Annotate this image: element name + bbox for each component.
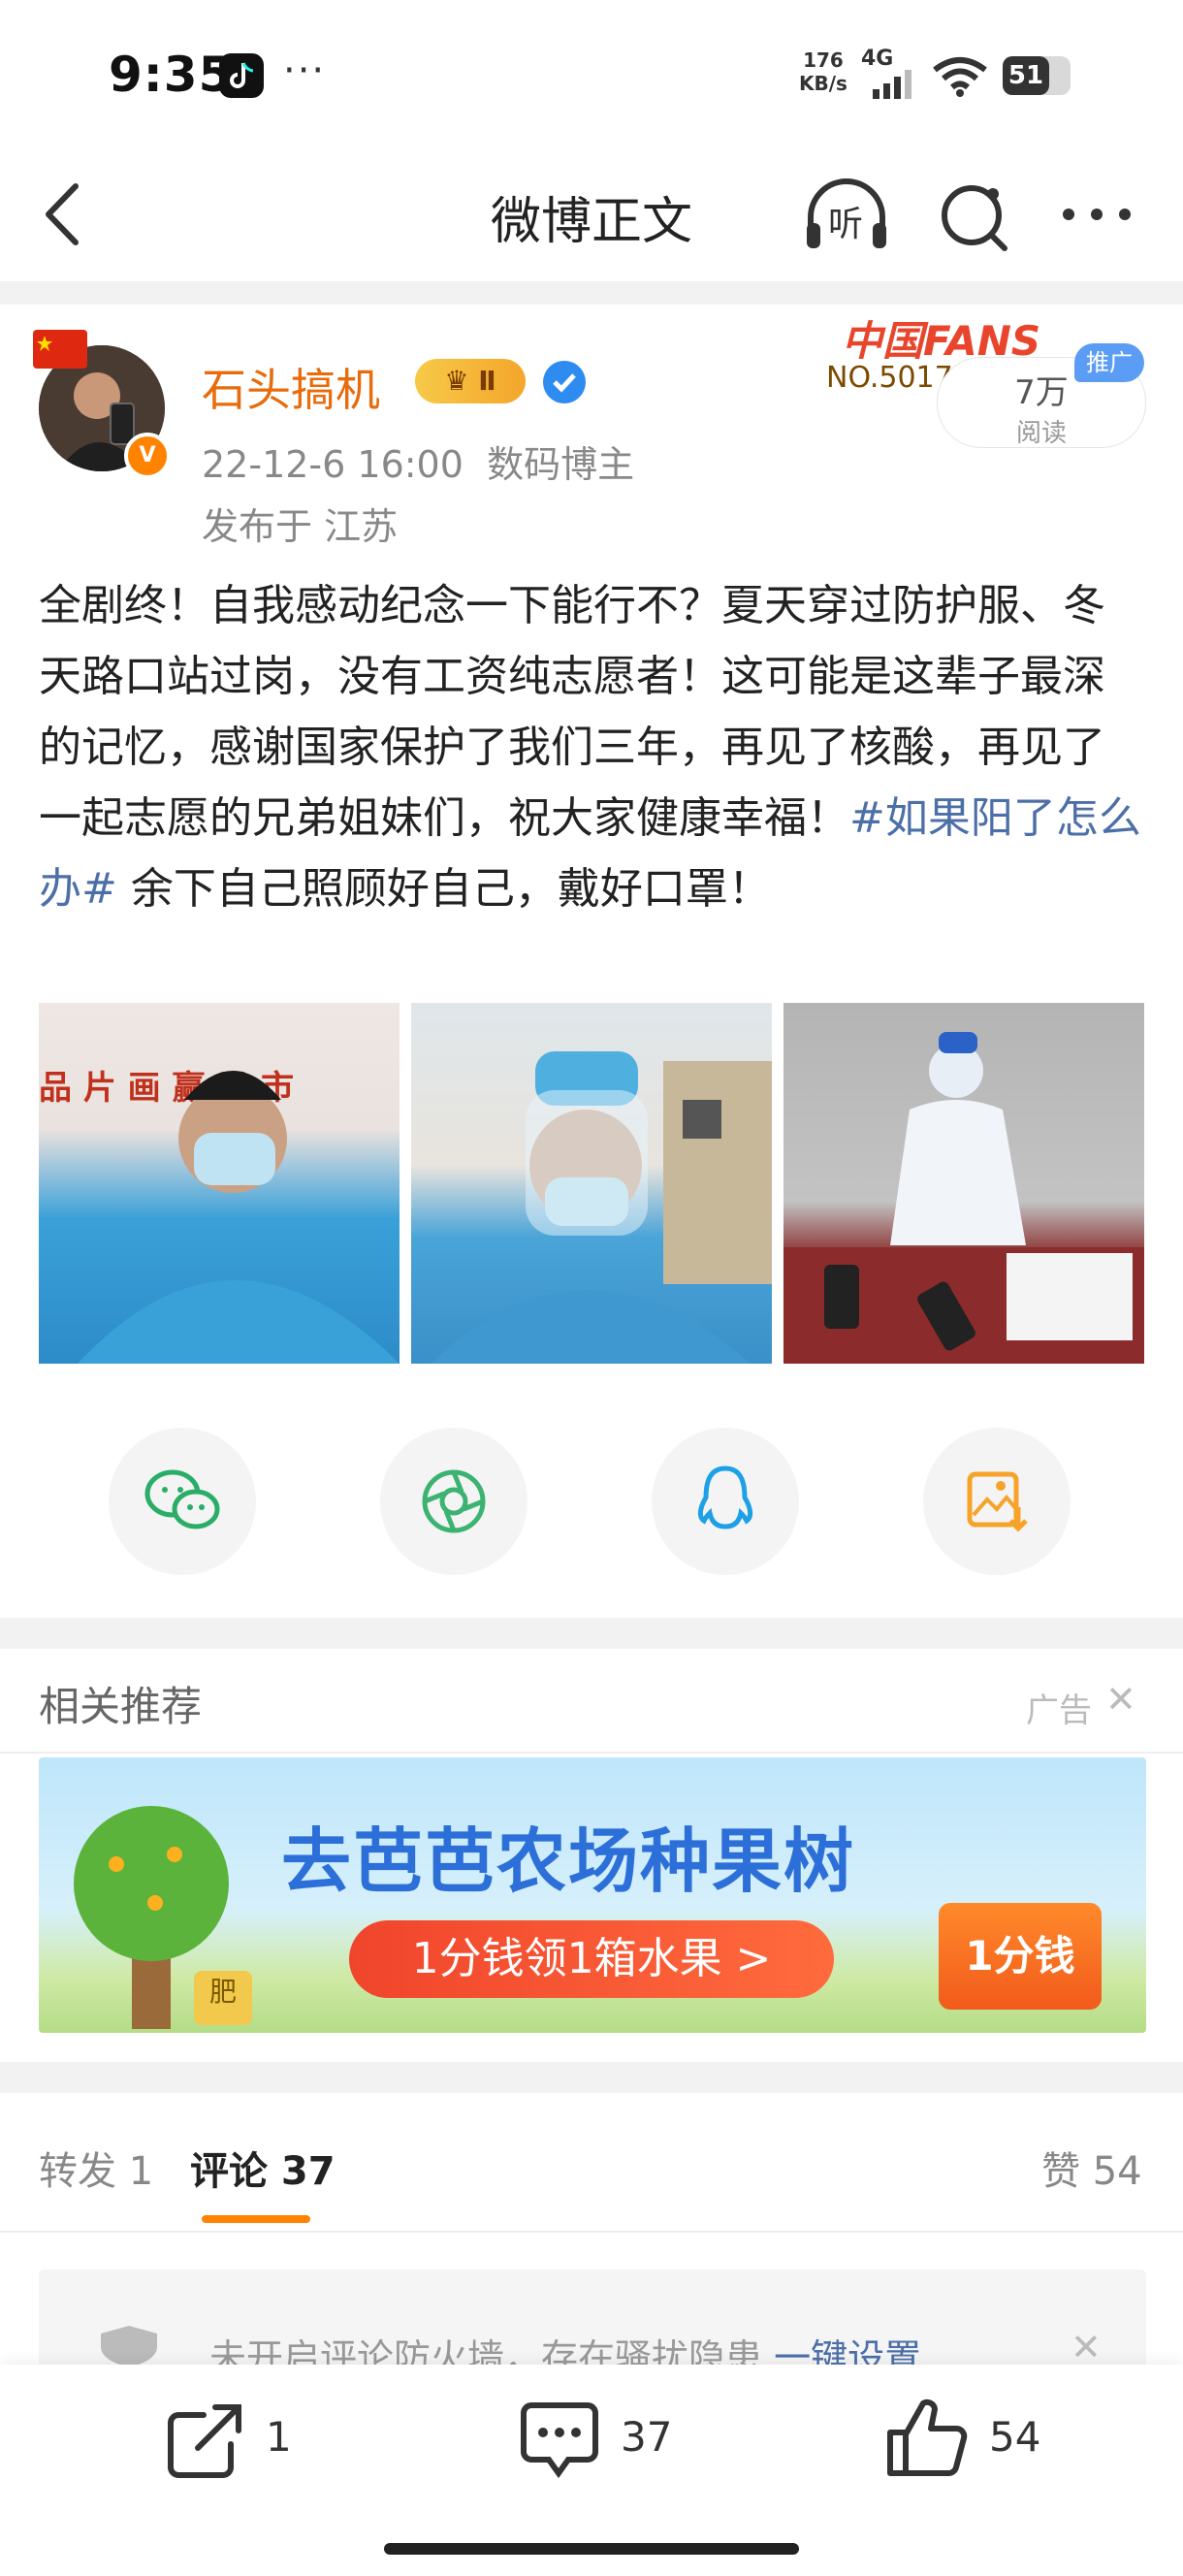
tab-repost[interactable]: 转发 1: [39, 2140, 153, 2196]
verified-v-icon: V: [124, 433, 171, 479]
fertilizer-bag-label: 肥: [209, 1976, 238, 2008]
fans-badge-number: NO.5017: [826, 361, 953, 395]
tab-like[interactable]: 赞 54: [1041, 2140, 1142, 2196]
like-count: 54: [989, 2413, 1041, 2461]
divider: [0, 2231, 1183, 2233]
shield-icon: [97, 2324, 161, 2370]
post-image-3[interactable]: [783, 1003, 1144, 1364]
moments-icon: [422, 1469, 486, 1533]
tab-comment[interactable]: 评论 37: [190, 2140, 336, 2196]
reads-label: 阅读: [1015, 419, 1067, 448]
close-notice-icon[interactable]: ✕: [1071, 2326, 1102, 2368]
crown-icon: ♛: [444, 365, 479, 397]
post-image-2[interactable]: [411, 1003, 772, 1364]
home-indicator[interactable]: [384, 2543, 799, 2555]
listen-label: 听: [828, 205, 864, 244]
ad-label: 广告: [1026, 1691, 1092, 1730]
author-tag: 数码博主: [487, 443, 635, 486]
save-image-icon: [967, 1471, 1028, 1532]
repost-icon: [168, 2404, 241, 2478]
tiktok-icon: [219, 53, 264, 98]
qq-icon: [697, 1465, 753, 1530]
save-image-button[interactable]: [923, 1428, 1071, 1575]
post-meta: 22-12-6 16:00 数码博主: [202, 435, 634, 488]
banner-cta-button[interactable]: 1分钱领1箱水果 >: [349, 1920, 834, 1998]
share-qq-button[interactable]: [652, 1428, 799, 1575]
author-name[interactable]: 石头搞机: [202, 355, 380, 419]
tab-indicator: [202, 2215, 310, 2223]
level-badge[interactable]: ♛ Ⅱ: [415, 359, 526, 403]
post-datetime: 22-12-6 16:00: [202, 443, 464, 486]
post-content: 全剧终！自我感动纪念一下能行不？夏天穿过防护服、冬天路口站过岗，没有工资纯志愿者…: [39, 581, 1141, 914]
battery-icon: 51: [1003, 56, 1071, 95]
wifi-icon: [931, 56, 989, 101]
verified-icon[interactable]: [543, 361, 586, 403]
repost-button[interactable]: [165, 2399, 246, 2481]
signal-icon: [873, 70, 915, 103]
like-button[interactable]: [884, 2396, 970, 2481]
network-type: 4G: [861, 47, 894, 71]
close-ad-icon[interactable]: ✕: [1105, 1678, 1136, 1721]
thumbs-up-icon: [887, 2399, 968, 2476]
net-speed: 176 KB/s: [799, 48, 847, 95]
divider: [0, 2062, 1183, 2093]
divider: [0, 281, 1183, 305]
comment-button[interactable]: [518, 2399, 601, 2481]
search-icon[interactable]: [937, 178, 1014, 258]
section-title: 相关推荐: [39, 1683, 203, 1730]
status-time: 9:35: [109, 47, 234, 103]
listen-button[interactable]: 听: [803, 178, 890, 254]
battery-level: 51: [1003, 56, 1049, 95]
wechat-icon: [144, 1469, 220, 1530]
banner-price-tag: 1分钱: [939, 1903, 1102, 2010]
share-moments-button[interactable]: [380, 1428, 528, 1575]
more-notifications-icon: ···: [283, 48, 327, 93]
flag-icon: [33, 330, 87, 369]
more-options-icon[interactable]: [1061, 200, 1133, 233]
post-location: 发布于 江苏: [202, 505, 399, 548]
divider: [0, 1618, 1183, 1649]
promo-tag: 推广: [1074, 343, 1144, 382]
post-image-1[interactable]: 品 片 画 赢 景 市: [39, 1003, 400, 1364]
share-wechat-button[interactable]: [109, 1428, 256, 1575]
comment-icon: [521, 2402, 598, 2479]
divider: [0, 1752, 1183, 1754]
banner-title: 去芭芭农场种果树: [281, 1820, 856, 1902]
repost-count: 1: [266, 2413, 292, 2461]
comment-count: 37: [621, 2413, 673, 2461]
